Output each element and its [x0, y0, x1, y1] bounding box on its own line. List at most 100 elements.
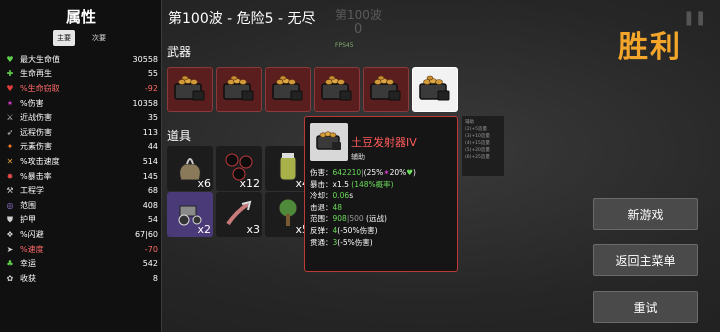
stats-panel: 属性 主要 次要 ♥ 最大生命值 30558 ✚ 生命再生 55 ♥ %生命窃取 -92 ✶ %伤害… — [0, 0, 162, 332]
stat-label: 最大生命值 — [20, 54, 60, 64]
stat-value: 145 — [142, 171, 158, 181]
sword-icon: ⚔ — [6, 113, 14, 123]
stat-value: -92 — [144, 83, 158, 93]
bow-icon: ➶ — [6, 127, 14, 137]
crit-row: 暴击：x1.5 (148%概率) — [310, 179, 394, 189]
set-bonus-line: (3)+10造量 — [465, 134, 490, 139]
heart-icon: ♥ — [6, 54, 14, 64]
range-row: 范围：908|500 (远战) — [310, 214, 387, 224]
items-heading: 道具 — [167, 129, 192, 143]
stat-value: 8 — [152, 273, 158, 283]
knockback-row: 击退：48 — [310, 202, 343, 212]
stat-value: 113 — [142, 127, 158, 137]
set-bonus-line: 辅助 — [465, 120, 474, 125]
stat-value: 67|60 — [134, 229, 158, 239]
stat-label: %暴击率 — [20, 171, 52, 181]
bounce-row: 反弹：4(-50%伤害) — [310, 225, 378, 235]
stat-value: 408 — [142, 200, 158, 210]
weapon-class-tag: 辅助 — [351, 153, 365, 161]
item-slot[interactable]: x3 — [216, 192, 262, 237]
wave-title: 第100波 - 危险5 - 无尽 — [168, 11, 316, 27]
stat-value: 542 — [142, 259, 158, 269]
crit-icon: ✸ — [6, 171, 14, 181]
background-wave-counter: 第100波 — [335, 8, 382, 22]
stat-label: 近战伤害 — [20, 113, 52, 123]
stat-row: ➤ %速度 -70 — [4, 242, 158, 257]
weapon-tooltip: 土豆发射器IV 辅助 伤害：642210|(25%✶20%♥) 暴击：x1.5 … — [304, 116, 458, 272]
attack-speed-icon: ✕ — [6, 156, 14, 166]
game-screen: 属性 主要 次要 ♥ 最大生命值 30558 ✚ 生命再生 55 ♥ %生命窃取 -92 ✶ %伤害… — [0, 0, 720, 332]
stat-row: ✶ %伤害 10358 — [4, 96, 158, 111]
range-icon: ◎ — [6, 200, 14, 210]
element-icon: ✦ — [6, 142, 14, 152]
tab-secondary-stats[interactable]: 次要 — [88, 30, 110, 46]
stat-row: ♥ %生命窃取 -92 — [4, 81, 158, 96]
stat-row: ⛊ 护甲 54 — [4, 213, 158, 228]
stat-row: ➶ 远程伤害 113 — [4, 125, 158, 140]
item-count: x3 — [246, 223, 260, 236]
cooldown-row: 冷却：0.06s — [310, 191, 354, 201]
potato-launcher-icon[interactable] — [265, 67, 311, 112]
item-slot[interactable]: x6 — [167, 146, 213, 191]
set-bonus-line: (5)+20造量 — [465, 148, 490, 153]
background-enemy-count: 0 — [354, 22, 363, 37]
fps-counter: FPS45 — [335, 42, 354, 49]
retry-button[interactable]: 重试 — [593, 291, 698, 323]
item-slot[interactable]: x12 — [216, 146, 262, 191]
stat-label: %速度 — [20, 244, 44, 254]
stat-row: ✦ 元素伤害 44 — [4, 140, 158, 155]
stat-row: ❖ %闪避 67|60 — [4, 227, 158, 242]
stats-list: ♥ 最大生命值 30558 ✚ 生命再生 55 ♥ %生命窃取 -92 ✶ %伤害 10358 ⚔ 近战伤… — [4, 52, 158, 286]
stats-title: 属性 — [65, 8, 96, 26]
wrench-icon: ⚒ — [6, 186, 14, 196]
weapons-heading: 武器 — [167, 45, 192, 59]
stat-label: %生命窃取 — [20, 83, 60, 93]
harvest-icon: ✿ — [6, 273, 14, 283]
stat-value: -70 — [144, 244, 158, 254]
potato-launcher-icon[interactable] — [314, 67, 360, 112]
item-slot[interactable]: x2 — [167, 192, 213, 237]
stat-row: ✚ 生命再生 55 — [4, 67, 158, 82]
stat-row: ⚔ 近战伤害 35 — [4, 110, 158, 125]
potato-launcher-icon[interactable] — [216, 67, 262, 112]
potato-launcher-icon[interactable] — [167, 67, 213, 112]
victory-title: 胜利 — [618, 30, 682, 65]
potato-launcher-icon[interactable] — [412, 67, 458, 112]
tab-primary-stats[interactable]: 主要 — [53, 30, 75, 46]
new-game-button[interactable]: 新游戏 — [593, 198, 698, 230]
stat-value: 514 — [142, 156, 158, 166]
damage-row: 伤害：642210|(25%✶20%♥) — [310, 168, 416, 177]
stat-label: 生命再生 — [20, 69, 52, 79]
item-count: x2 — [197, 223, 211, 236]
stat-label: %闪避 — [20, 229, 44, 239]
main-menu-button[interactable]: 返回主菜单 — [593, 244, 698, 276]
stat-row: ✕ %攻击速度 514 — [4, 154, 158, 169]
stat-row: ◎ 范围 408 — [4, 198, 159, 213]
stat-label: 范围 — [20, 200, 36, 210]
set-bonus-panel: 辅助 (2)+5造量 (3)+10造量 (4)+15造量 (5)+20造量 (6)+25造… — [462, 116, 504, 176]
stat-row: ✿ 收获 8 — [4, 271, 158, 286]
stat-row: ♥ 最大生命值 30558 — [4, 52, 158, 67]
stat-value: 30558 — [132, 54, 158, 64]
armor-icon: ⛊ — [7, 214, 13, 224]
set-bonus-line: (4)+15造量 — [465, 141, 490, 146]
pierce-row: 贯通：3(-5%伤害) — [310, 237, 373, 247]
stat-row: ♣ 幸运 542 — [4, 256, 158, 271]
stat-value: 54 — [147, 215, 158, 225]
plus-heart-icon: ✚ — [6, 69, 14, 79]
item-count: x6 — [197, 177, 211, 190]
heart-scaling-icon: ♥ — [406, 168, 413, 177]
stat-label: 幸运 — [20, 259, 36, 269]
stat-label: %攻击速度 — [20, 156, 60, 166]
stat-row: ✸ %暴击率 145 — [4, 169, 158, 184]
stat-label: %伤害 — [20, 98, 44, 108]
potato-launcher-icon[interactable] — [363, 67, 409, 112]
dodge-icon: ❖ — [6, 229, 14, 239]
stat-value: 55 — [147, 69, 158, 79]
stat-value: 44 — [147, 142, 158, 152]
set-bonus-line: (6)+25造量 — [465, 155, 490, 160]
item-count: x12 — [239, 177, 260, 190]
stat-label: 元素伤害 — [20, 142, 52, 152]
stat-value: 68 — [147, 186, 158, 196]
set-bonus-line: (2)+5造量 — [465, 127, 488, 132]
